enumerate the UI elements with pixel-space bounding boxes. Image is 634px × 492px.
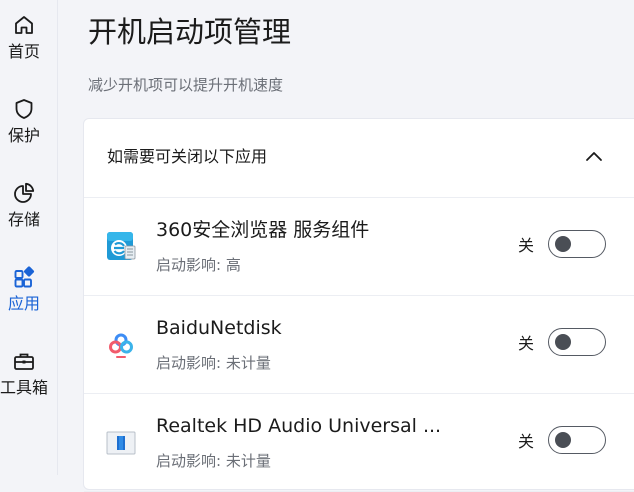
sidebar-item-label: 应用 (7, 294, 40, 313)
pie-chart-icon (11, 180, 37, 206)
sidebar-item-label: 存储 (7, 210, 40, 229)
section-header[interactable]: 如需要可关闭以下应用 (84, 119, 634, 198)
toggle-knob (555, 334, 571, 350)
app-name: BaiduNetdisk (156, 317, 282, 339)
page-title: 开机启动项管理 (88, 15, 292, 49)
section-header-label: 如需要可关闭以下应用 (107, 147, 268, 166)
sidebar-item-label: 工具箱 (0, 378, 48, 397)
chevron-up-icon (584, 148, 604, 167)
sidebar-item-toolbox[interactable]: 工具箱 (0, 348, 56, 398)
browser-360-icon (105, 230, 137, 262)
collapse-button[interactable] (581, 146, 607, 168)
startup-app-row: BaiduNetdisk 启动影响: 未计量 关 (84, 295, 634, 394)
startup-app-row: 360安全浏览器 服务组件 启动影响: 高 关 (84, 197, 634, 296)
startup-impact: 启动影响: 未计量 (156, 452, 271, 470)
sidebar: 首页 保护 存储 应用 工具箱 (0, 0, 58, 475)
main-content: 开机启动项管理 减少开机项可以提升开机速度 如需要可关闭以下应用 360安全浏览… (58, 0, 634, 492)
app-name: Realtek HD Audio Universal ... (156, 415, 442, 437)
sidebar-item-label: 保护 (7, 126, 40, 145)
startup-impact: 启动影响: 未计量 (156, 354, 271, 372)
shield-icon (11, 96, 37, 122)
startup-app-row: Realtek HD Audio Universal ... 启动影响: 未计量… (84, 393, 634, 492)
toggle-state-label: 关 (518, 334, 535, 353)
sidebar-item-protect[interactable]: 保护 (0, 96, 56, 146)
sidebar-item-apps[interactable]: 应用 (0, 264, 56, 314)
toggle-knob (555, 432, 571, 448)
startup-toggle[interactable] (548, 328, 606, 356)
toggle-state-label: 关 (518, 432, 535, 451)
startup-impact: 启动影响: 高 (156, 256, 241, 274)
page-subtitle: 减少开机项可以提升开机速度 (88, 76, 284, 94)
toolbox-icon (11, 348, 37, 374)
realtek-audio-icon (105, 426, 137, 458)
apps-icon (11, 264, 37, 290)
home-icon (11, 12, 37, 38)
sidebar-item-home[interactable]: 首页 (0, 12, 56, 62)
startup-toggle[interactable] (548, 230, 606, 258)
startup-toggle[interactable] (548, 426, 606, 454)
toggle-knob (555, 236, 571, 252)
sidebar-item-storage[interactable]: 存储 (0, 180, 56, 230)
startup-apps-card: 如需要可关闭以下应用 360安全浏览器 服务组件 启动影响: 高 关 Baidu… (83, 118, 634, 492)
app-name: 360安全浏览器 服务组件 (156, 219, 370, 241)
toggle-state-label: 关 (518, 236, 535, 255)
sidebar-item-label: 首页 (7, 42, 40, 61)
baidu-netdisk-icon (105, 328, 137, 360)
